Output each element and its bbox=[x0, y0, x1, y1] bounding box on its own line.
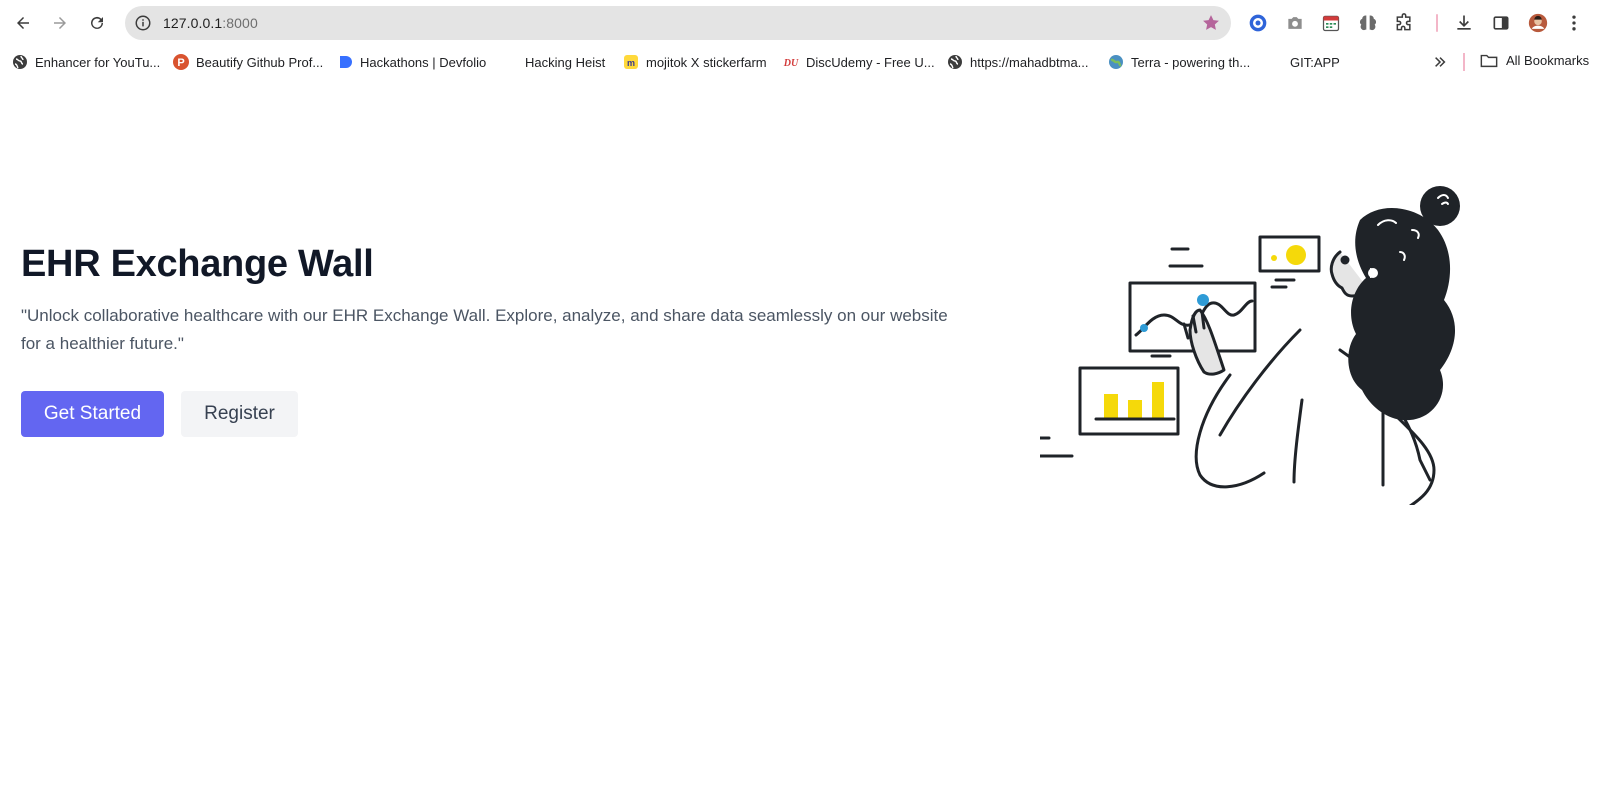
page-title: EHR Exchange Wall bbox=[21, 243, 374, 285]
data-analysis-illustration bbox=[1040, 186, 1460, 505]
mojitok-icon: m bbox=[623, 54, 639, 70]
reload-button[interactable] bbox=[83, 9, 111, 37]
svg-text:DU: DU bbox=[783, 58, 799, 69]
side-panel-icon[interactable] bbox=[1490, 12, 1512, 34]
brain-icon[interactable] bbox=[1357, 12, 1379, 34]
url-port: :8000 bbox=[222, 15, 258, 31]
toolbar-divider bbox=[1436, 14, 1438, 32]
back-button[interactable] bbox=[9, 9, 37, 37]
bookmark-item[interactable]: GIT:APP bbox=[1267, 53, 1340, 71]
blank-icon bbox=[1267, 54, 1283, 70]
forward-button[interactable] bbox=[46, 9, 74, 37]
bookmark-item[interactable]: P Beautify Github Prof... bbox=[173, 53, 323, 71]
arrow-right-icon bbox=[54, 17, 66, 29]
bookmarks-divider bbox=[1463, 53, 1465, 71]
download-icon[interactable] bbox=[1453, 12, 1475, 34]
profile-avatar[interactable] bbox=[1527, 12, 1549, 34]
menu-kebab-icon[interactable] bbox=[1563, 12, 1585, 34]
bookmark-item[interactable]: https://mahadbtma... bbox=[947, 53, 1089, 71]
get-started-button[interactable]: Get Started bbox=[21, 391, 164, 437]
extension-target-icon[interactable] bbox=[1247, 12, 1269, 34]
svg-text:m: m bbox=[627, 58, 635, 68]
bookmark-label: Enhancer for YouTu... bbox=[35, 54, 161, 70]
globe-icon bbox=[12, 54, 28, 70]
reload-icon bbox=[91, 16, 103, 29]
blank-icon bbox=[502, 54, 518, 70]
svg-text:P: P bbox=[177, 57, 184, 69]
all-bookmarks-button[interactable]: All Bookmarks bbox=[1480, 53, 1589, 68]
discudemy-icon: DU bbox=[783, 54, 799, 70]
bookmark-label: Beautify Github Prof... bbox=[196, 54, 324, 70]
all-bookmarks-label: All Bookmarks bbox=[1506, 53, 1590, 68]
terra-icon bbox=[1108, 54, 1124, 70]
globe-icon bbox=[947, 54, 963, 70]
site-info-icon[interactable] bbox=[134, 14, 152, 32]
url-text[interactable]: 127.0.0.1:8000 bbox=[163, 15, 258, 31]
bookmark-item[interactable]: Hacking Heist bbox=[502, 53, 605, 71]
calendar-icon[interactable] bbox=[1320, 12, 1342, 34]
bookmark-item[interactable]: m mojitok X stickerfarm bbox=[623, 53, 767, 71]
chevron-double-right-icon[interactable] bbox=[1430, 53, 1450, 71]
folder-icon bbox=[1480, 54, 1498, 68]
browser-toolbar: 127.0.0.1:8000 bbox=[0, 0, 1600, 46]
register-button[interactable]: Register bbox=[181, 391, 298, 437]
bookmark-star-icon[interactable] bbox=[1201, 13, 1221, 33]
bookmark-label: Terra - powering th... bbox=[1131, 54, 1251, 70]
bookmark-label: Hackathons | Devfolio bbox=[360, 54, 487, 70]
devfolio-icon bbox=[337, 54, 353, 70]
bookmark-item[interactable]: Enhancer for YouTu... bbox=[12, 53, 160, 71]
address-bar[interactable]: 127.0.0.1:8000 bbox=[125, 6, 1231, 40]
url-host: 127.0.0.1 bbox=[163, 15, 223, 31]
bookmark-label: GIT:APP bbox=[1290, 54, 1340, 70]
hero-description: "Unlock collaborative healthcare with ou… bbox=[21, 306, 948, 353]
bookmarks-bar: Enhancer for YouTu... P Beautify Github … bbox=[0, 46, 1600, 78]
bookmark-item[interactable]: Terra - powering th... bbox=[1108, 53, 1250, 71]
bookmark-label: Hacking Heist bbox=[525, 54, 606, 70]
p-badge-icon: P bbox=[173, 54, 189, 70]
camera-icon[interactable] bbox=[1284, 12, 1306, 34]
bookmark-item[interactable]: Hackathons | Devfolio bbox=[337, 53, 486, 71]
bookmark-label: DiscUdemy - Free U... bbox=[806, 54, 935, 70]
arrow-left-icon bbox=[17, 17, 29, 29]
extensions-puzzle-icon[interactable] bbox=[1393, 12, 1415, 34]
bookmark-label: https://mahadbtma... bbox=[970, 54, 1089, 70]
bookmark-label: mojitok X stickerfarm bbox=[646, 54, 767, 70]
bookmark-item[interactable]: DU DiscUdemy - Free U... bbox=[783, 53, 935, 71]
